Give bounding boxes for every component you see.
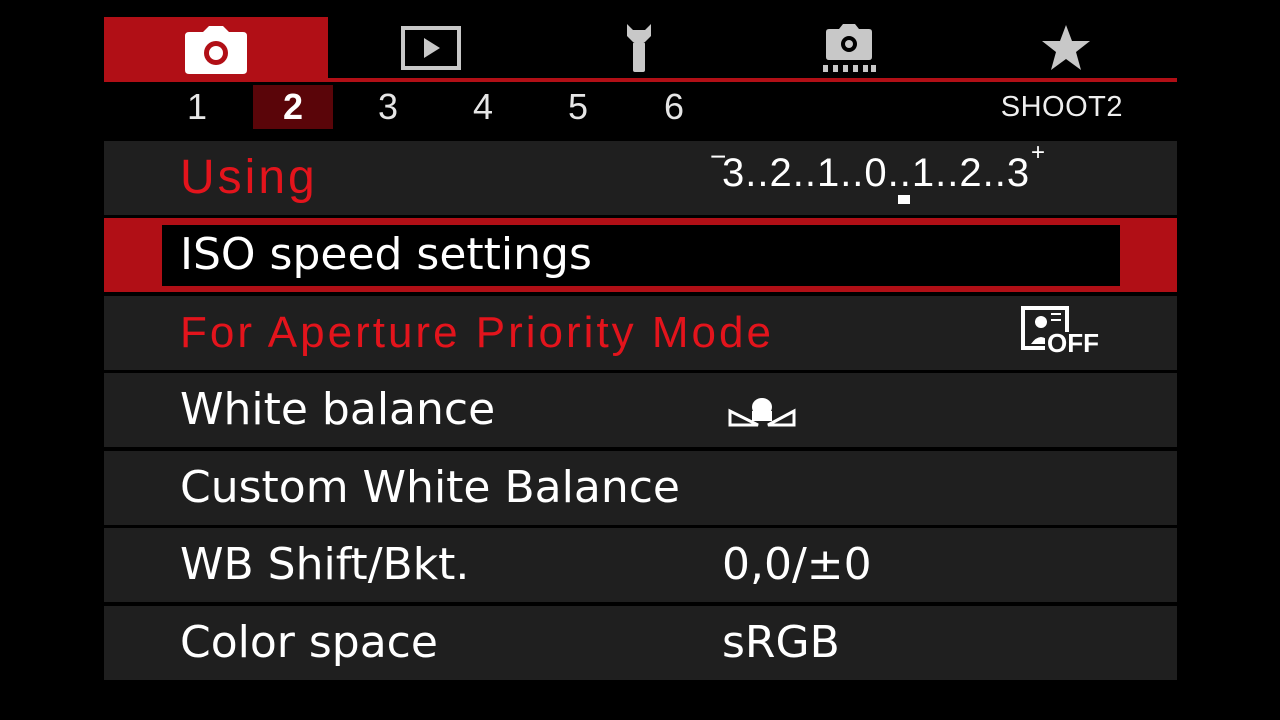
custom-wb-label: Custom White Balance (180, 462, 680, 513)
scale-plus-sign: + (1031, 139, 1046, 166)
camera-menu-screen: 1 2 3 4 5 6 SHOOT2 Using − 3..2..1..0..1… (104, 17, 1177, 680)
auto-lighting-off-text: OFF (1047, 328, 1099, 358)
iso-speed-label: ISO speed settings (180, 229, 592, 280)
menu-row-auto-lighting[interactable]: For Aperture Priority Mode OFF (104, 296, 1177, 370)
color-space-label: Color space (180, 617, 438, 668)
menu-row-exposure-comp[interactable]: Using − 3..2..1..0..1..2..3 + (104, 139, 1177, 215)
menu-row-custom-wb[interactable]: Custom White Balance (104, 451, 1177, 525)
wb-shift-label: WB Shift/Bkt. (180, 539, 470, 590)
menu-row-wb-shift[interactable]: WB Shift/Bkt. 0,0/±0 (104, 528, 1177, 602)
exposure-marker (898, 195, 910, 204)
page-tab-2[interactable]: 2 (253, 85, 333, 129)
tab-setup[interactable] (534, 17, 744, 78)
camera-shoot-icon (185, 25, 247, 74)
page-tab-3[interactable]: 3 (348, 85, 428, 129)
exposure-scale: − 3..2..1..0..1..2..3 + (708, 139, 1088, 207)
wrench-setup-icon (627, 23, 651, 72)
page-tab-1[interactable]: 1 (157, 85, 237, 129)
overlay-text-using: Using (180, 151, 318, 204)
tab-my-menu[interactable] (954, 17, 1177, 78)
menu-row-color-space[interactable]: Color space sRGB (104, 606, 1177, 680)
page-tab-4[interactable]: 4 (443, 85, 523, 129)
menu-row-white-balance[interactable]: White balance (104, 373, 1177, 447)
tab-custom-functions[interactable] (744, 17, 954, 78)
auto-lighting-optimizer-off-icon: OFF (1021, 306, 1099, 362)
menu-row-iso-speed[interactable]: ISO speed settings (104, 218, 1177, 292)
menu-tab-bar (104, 17, 1177, 82)
scale-text: 3..2..1..0..1..2..3 (722, 151, 1031, 195)
color-space-value: sRGB (722, 617, 840, 668)
playback-icon (401, 25, 461, 70)
my-menu-star-icon (1041, 24, 1090, 70)
page-tab-5[interactable]: 5 (538, 85, 618, 129)
tab-shooting[interactable] (104, 17, 328, 82)
tab-playback[interactable] (328, 17, 534, 78)
page-tab-6[interactable]: 6 (634, 85, 714, 129)
menu-page-tabs: 1 2 3 4 5 6 SHOOT2 (104, 82, 1177, 130)
white-balance-label: White balance (180, 384, 496, 435)
custom-function-camera-icon (823, 23, 876, 72)
menu-page-id: SHOOT2 (1000, 91, 1123, 123)
white-balance-auto-icon (728, 393, 798, 429)
overlay-text-aperture-priority: For Aperture Priority Mode (180, 308, 774, 357)
wb-shift-value: 0,0/±0 (722, 539, 872, 590)
